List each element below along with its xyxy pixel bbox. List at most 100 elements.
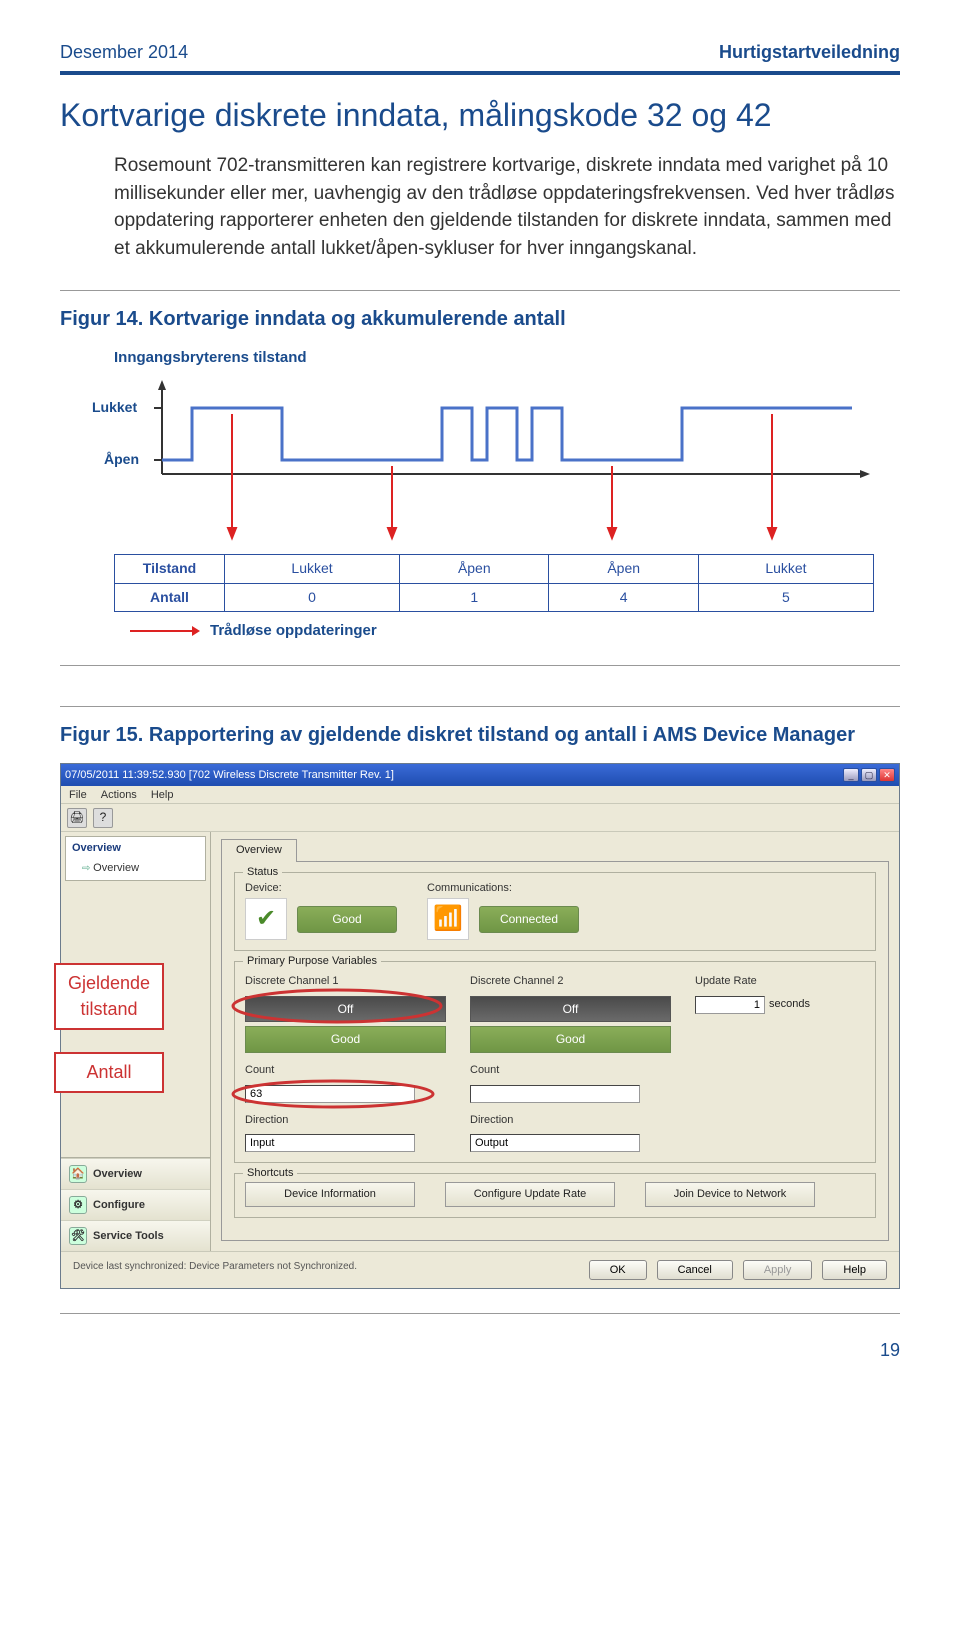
direction-label: Direction bbox=[245, 1113, 446, 1128]
ppv-legend: Primary Purpose Variables bbox=[243, 954, 381, 969]
cell: 5 bbox=[698, 583, 873, 612]
channel2-good: Good bbox=[470, 1026, 671, 1053]
status-group: Status Device: ✔ Good bbox=[234, 872, 876, 951]
divider bbox=[60, 665, 900, 666]
comm-status-pill: Connected bbox=[479, 906, 579, 933]
menu-bar: File Actions Help bbox=[61, 786, 899, 804]
legend-label: Trådløse oppdateringer bbox=[210, 620, 377, 641]
cancel-button[interactable]: Cancel bbox=[657, 1260, 733, 1280]
sidebar-tree: Overview Overview bbox=[65, 836, 206, 881]
y-label-closed: Lukket bbox=[92, 399, 137, 415]
table-row: Tilstand Lukket Åpen Åpen Lukket bbox=[115, 555, 874, 584]
shortcut-device-info-button[interactable]: Device Information bbox=[245, 1182, 415, 1207]
header-doc-title: Hurtigstartveiledning bbox=[719, 40, 900, 65]
sidebar-item-label: Overview bbox=[93, 1167, 142, 1182]
page-number: 19 bbox=[60, 1338, 900, 1363]
cell: Åpen bbox=[549, 555, 698, 584]
callout-state: Gjeldende tilstand bbox=[54, 963, 164, 1029]
channel1-good: Good bbox=[245, 1026, 446, 1053]
count-label: Count bbox=[470, 1063, 671, 1078]
update-rate-unit: seconds bbox=[769, 997, 810, 1012]
shortcut-configure-update-button[interactable]: Configure Update Rate bbox=[445, 1182, 615, 1207]
apply-button[interactable]: Apply bbox=[743, 1260, 813, 1280]
gear-icon: ⚙ bbox=[69, 1196, 87, 1214]
ppv-group: Primary Purpose Variables Discrete Chann… bbox=[234, 961, 876, 1163]
wrench-icon: 🛠 bbox=[69, 1227, 87, 1245]
channel2-direction-field[interactable] bbox=[470, 1134, 640, 1152]
main-panel: Overview Status Device: ✔ Good bbox=[211, 832, 899, 1251]
comm-label: Communications: bbox=[427, 881, 579, 896]
window-titlebar: 07/05/2011 11:39:52.930 [702 Wireless Di… bbox=[61, 764, 899, 786]
help-icon[interactable]: ? bbox=[93, 808, 113, 828]
cell: Åpen bbox=[400, 555, 549, 584]
device-label: Device: bbox=[245, 881, 397, 896]
divider bbox=[60, 1313, 900, 1314]
channel2-count-field[interactable] bbox=[470, 1085, 640, 1103]
channel2-label: Discrete Channel 2 bbox=[470, 974, 671, 989]
figure15-callouts: Gjeldende tilstand Antall bbox=[54, 963, 164, 1115]
menu-actions[interactable]: Actions bbox=[101, 788, 137, 801]
cell: Lukket bbox=[698, 555, 873, 584]
wifi-icon: 📶 bbox=[427, 898, 469, 940]
figure14-caption: Figur 14. Kortvarige inndata og akkumule… bbox=[60, 305, 900, 333]
page-header: Desember 2014 Hurtigstartveiledning bbox=[60, 40, 900, 65]
ok-button[interactable]: OK bbox=[589, 1260, 647, 1280]
menu-file[interactable]: File bbox=[69, 788, 87, 801]
sync-status-text: Device last synchronized: Device Paramet… bbox=[73, 1260, 357, 1280]
cell: Lukket bbox=[225, 555, 400, 584]
update-rate-label: Update Rate bbox=[695, 974, 865, 989]
maximize-button[interactable]: ▢ bbox=[861, 768, 877, 782]
sidebar-item-label: Configure bbox=[93, 1198, 145, 1213]
minimize-button[interactable]: _ bbox=[843, 768, 859, 782]
window-title: 07/05/2011 11:39:52.930 [702 Wireless Di… bbox=[65, 768, 394, 783]
tab-overview[interactable]: Overview bbox=[221, 839, 297, 861]
figure14-legend: Trådløse oppdateringer bbox=[130, 620, 900, 641]
callout-count: Antall bbox=[54, 1052, 164, 1093]
shortcuts-group: Shortcuts Device Information Configure U… bbox=[234, 1173, 876, 1218]
cell: 1 bbox=[400, 583, 549, 612]
cell: 4 bbox=[549, 583, 698, 612]
shortcuts-legend: Shortcuts bbox=[243, 1166, 297, 1181]
check-icon: ✔ bbox=[245, 898, 287, 940]
y-label-open: Åpen bbox=[104, 451, 139, 467]
channel1-direction-field[interactable] bbox=[245, 1134, 415, 1152]
update-rate-field[interactable] bbox=[695, 996, 765, 1014]
table-row: Antall 0 1 4 5 bbox=[115, 583, 874, 612]
figure14-table: Tilstand Lukket Åpen Åpen Lukket Antall … bbox=[114, 554, 874, 612]
divider bbox=[60, 706, 900, 707]
row-label-state: Tilstand bbox=[115, 555, 225, 584]
status-legend: Status bbox=[243, 865, 282, 880]
header-date: Desember 2014 bbox=[60, 40, 188, 65]
sidebar-tree-item[interactable]: Overview bbox=[82, 861, 199, 876]
body-paragraph: Rosemount 702-transmitteren kan registre… bbox=[114, 152, 900, 262]
shortcut-join-network-button[interactable]: Join Device to Network bbox=[645, 1182, 815, 1207]
figure14-chart: Lukket Åpen bbox=[92, 374, 882, 544]
cell: 0 bbox=[225, 583, 400, 612]
direction-label: Direction bbox=[470, 1113, 671, 1128]
ellipse-highlight-icon bbox=[227, 986, 447, 1026]
device-status-pill: Good bbox=[297, 906, 397, 933]
help-button[interactable]: Help bbox=[822, 1260, 887, 1280]
row-label-count: Antall bbox=[115, 583, 225, 612]
sidebar-item-label: Service Tools bbox=[93, 1229, 164, 1244]
divider bbox=[60, 290, 900, 291]
ams-window: 07/05/2011 11:39:52.930 [702 Wireless Di… bbox=[60, 763, 900, 1289]
window-footer: Device last synchronized: Device Paramet… bbox=[61, 1251, 899, 1288]
home-icon: 🏠 bbox=[69, 1165, 87, 1183]
channel2-state: Off bbox=[470, 996, 671, 1023]
menu-help[interactable]: Help bbox=[151, 788, 174, 801]
update-markers bbox=[228, 414, 776, 538]
arrow-icon bbox=[130, 626, 200, 636]
figure15-caption: Figur 15. Rapportering av gjeldende disk… bbox=[60, 721, 900, 749]
close-button[interactable]: ✕ bbox=[879, 768, 895, 782]
ellipse-highlight-icon bbox=[227, 1077, 441, 1111]
figure14-subtitle: Inngangsbryterens tilstand bbox=[114, 347, 900, 368]
header-rule bbox=[60, 71, 900, 75]
sidebar-item-service-tools[interactable]: 🛠 Service Tools bbox=[61, 1220, 210, 1251]
sidebar-tree-header: Overview bbox=[72, 842, 121, 854]
sidebar-item-overview[interactable]: 🏠 Overview bbox=[61, 1158, 210, 1189]
sidebar-item-configure[interactable]: ⚙ Configure bbox=[61, 1189, 210, 1220]
print-icon[interactable]: 🖨 bbox=[67, 808, 87, 828]
waveform-line bbox=[162, 408, 852, 460]
toolbar: 🖨 ? bbox=[61, 804, 899, 832]
